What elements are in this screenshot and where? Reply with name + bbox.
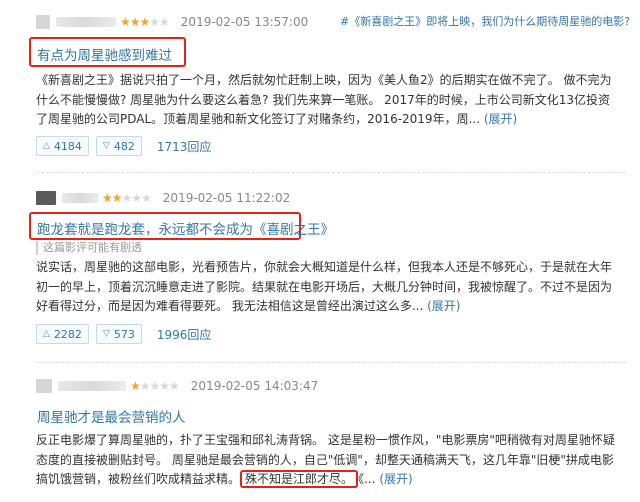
review-date: 2019-02-05 11:22:02	[162, 191, 291, 205]
upvote-button[interactable]: △ 2282	[36, 324, 89, 344]
upvote-button[interactable]: △ 4184	[36, 136, 89, 156]
review-date: 2019-02-05 14:03:47	[190, 379, 319, 393]
rating-stars: ★★★★★	[130, 379, 180, 393]
username-blurred[interactable]	[56, 17, 116, 27]
review-text: 说实话，周星驰的这部电影，光看预告片，你就会大概知道是什么样，但我本人还是不够死…	[36, 260, 613, 313]
divider	[36, 362, 626, 363]
up-arrow-icon: △	[43, 141, 50, 151]
rating-stars: ★★★★★	[102, 191, 152, 205]
review-2-meta: ★★★★★ 2019-02-05 11:22:02	[36, 189, 290, 207]
review-body: 反正电影爆了算周星驰的，扑了王宝强和邱礼涛背锅。 这是星粉一惯作风，"电影票房"…	[36, 431, 616, 491]
reply-link[interactable]: 1996回应	[157, 326, 212, 343]
review-body: 说实话，周星驰的这部电影，光看预告片，你就会大概知道是什么样，但我本人还是不够死…	[36, 258, 616, 316]
highlighted-text: 殊不知是江郎才尽。	[245, 472, 354, 486]
downvote-count: 573	[113, 327, 135, 341]
username-blurred[interactable]	[62, 193, 98, 203]
downvote-button[interactable]: ▽ 573	[95, 324, 142, 344]
review-3-meta: ★★★★★ 2019-02-05 14:03:47	[36, 377, 318, 395]
divider	[36, 172, 626, 173]
username-blurred[interactable]	[58, 381, 126, 391]
review-tail: 《...	[358, 472, 376, 486]
review-title[interactable]: 跑龙套就是跑龙套，永远都不会成为《喜剧之王》	[37, 218, 334, 238]
expand-link[interactable]: (展开)	[427, 299, 460, 313]
review-actions: △ 2282 ▽ 573 1996回应	[36, 323, 211, 345]
topic-link[interactable]: #《新喜剧之王》即将上映，我们为什么期待周星驰的电影?	[340, 13, 630, 31]
downvote-button[interactable]: ▽ 482	[95, 136, 142, 156]
down-arrow-icon: ▽	[102, 329, 110, 339]
review-1-meta: ★★★★★ 2019-02-05 13:57:00	[36, 13, 308, 31]
spoiler-notice: 这篇影评可能有剧透	[36, 241, 142, 255]
review-date: 2019-02-05 13:57:00	[180, 15, 309, 29]
review-title[interactable]: 周星驰才是最会营销的人	[37, 406, 186, 426]
avatar[interactable]	[36, 191, 56, 205]
expand-link[interactable]: (展开)	[484, 112, 517, 126]
upvote-count: 2282	[53, 327, 82, 341]
upvote-count: 4184	[53, 139, 82, 153]
reply-link[interactable]: 1713回应	[157, 138, 212, 155]
review-text: 《新喜剧之王》据说只拍了一个月，然后就匆忙赶制上映，因为《美人鱼2》的后期实在做…	[36, 73, 612, 126]
review-body: 《新喜剧之王》据说只拍了一个月，然后就匆忙赶制上映，因为《美人鱼2》的后期实在做…	[36, 71, 616, 129]
up-arrow-icon: △	[43, 329, 50, 339]
avatar[interactable]	[36, 379, 52, 393]
downvote-count: 482	[113, 139, 135, 153]
expand-link[interactable]: (展开)	[379, 472, 412, 486]
review-title[interactable]: 有点为周星驰感到难过	[37, 44, 172, 64]
down-arrow-icon: ▽	[102, 141, 110, 151]
avatar[interactable]	[36, 15, 50, 29]
highlight-box: 殊不知是江郎才尽。	[240, 470, 359, 488]
review-actions: △ 4184 ▽ 482 1713回应	[36, 135, 211, 157]
rating-stars: ★★★★★	[120, 15, 170, 29]
